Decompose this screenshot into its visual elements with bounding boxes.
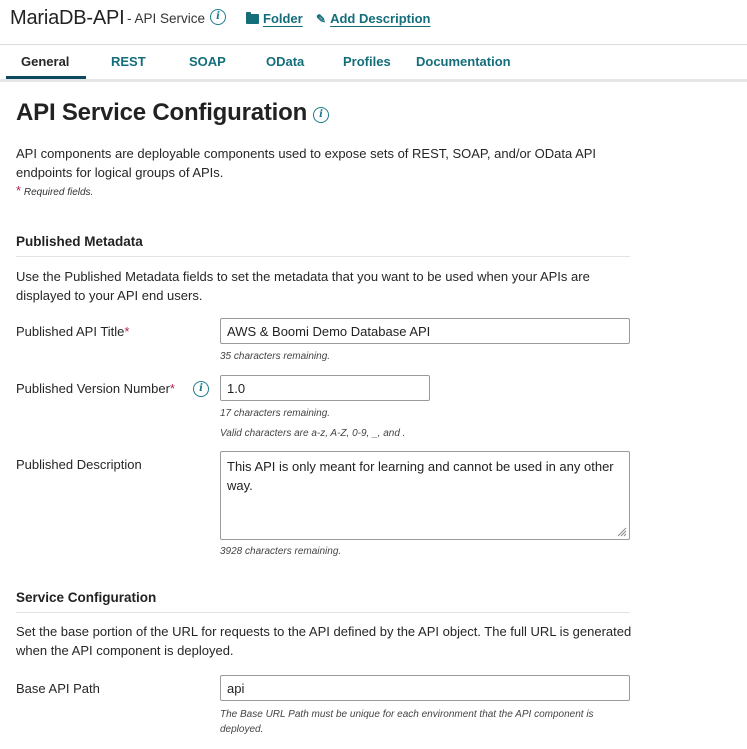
tab-documentation[interactable]: Documentation [416,54,511,69]
published-description-label: Published Description [16,457,142,472]
published-version-number-input[interactable] [220,375,430,401]
published-description-textarea[interactable]: This API is only meant for learning and … [220,451,630,540]
tab-odata[interactable]: OData [266,54,304,69]
tab-rest[interactable]: REST [111,54,146,69]
page-header: MariaDB-API - API Service i Folder ✎ Add … [0,0,747,45]
published-version-number-valid-chars: Valid characters are a-z, A-Z, 0-9, _, a… [220,428,406,439]
published-version-number-hint: 17 characters remaining. [220,408,331,419]
info-icon[interactable]: i [210,9,226,25]
service-configuration-description: Set the base portion of the URL for requ… [16,624,632,658]
add-description-label: Add Description [330,11,431,26]
required-star: * [169,381,175,396]
base-api-path-label: Base API Path [16,681,100,696]
intro-text: API components are deployable components… [16,146,597,180]
component-name: MariaDB-API [10,7,125,29]
required-fields-note: * Required fields. [16,183,93,198]
label-text: Published API Title [16,324,125,339]
resize-handle-icon[interactable] [615,525,627,537]
component-type: - API Service [127,11,206,26]
section-divider [16,256,630,257]
required-star: * [124,324,130,339]
tab-bar: General REST SOAP OData Profiles Documen… [0,45,747,82]
base-api-path-hint: The Base URL Path must be unique for eac… [220,709,594,735]
published-description-hint: 3928 characters remaining. [220,546,342,557]
tab-general[interactable]: General [21,54,69,69]
tab-soap[interactable]: SOAP [189,54,226,69]
add-description-link[interactable]: ✎ Add Description [316,11,430,26]
folder-link[interactable]: Folder [246,11,303,26]
info-icon[interactable]: i [193,381,209,397]
required-note-text: Required fields. [23,187,94,198]
pencil-icon: ✎ [316,12,327,26]
section-divider [16,612,630,613]
section-heading-published-metadata: Published Metadata [16,234,143,249]
tab-profiles[interactable]: Profiles [343,54,391,69]
info-icon[interactable]: i [313,107,329,123]
published-api-title-input[interactable] [220,318,630,344]
section-heading-service-configuration: Service Configuration [16,590,157,605]
published-api-title-label: Published API Title* [16,324,129,339]
page-title: API Service Configuration [16,99,308,126]
published-version-number-label: Published Version Number* [16,381,175,396]
folder-link-label: Folder [263,11,303,26]
folder-icon [246,12,259,24]
base-api-path-input[interactable] [220,675,630,701]
required-star: * [16,183,22,198]
published-metadata-description: Use the Published Metadata fields to set… [16,269,590,303]
published-api-title-hint: 35 characters remaining. [220,351,331,362]
label-text: Published Version Number [16,381,170,396]
active-tab-indicator [6,76,86,79]
